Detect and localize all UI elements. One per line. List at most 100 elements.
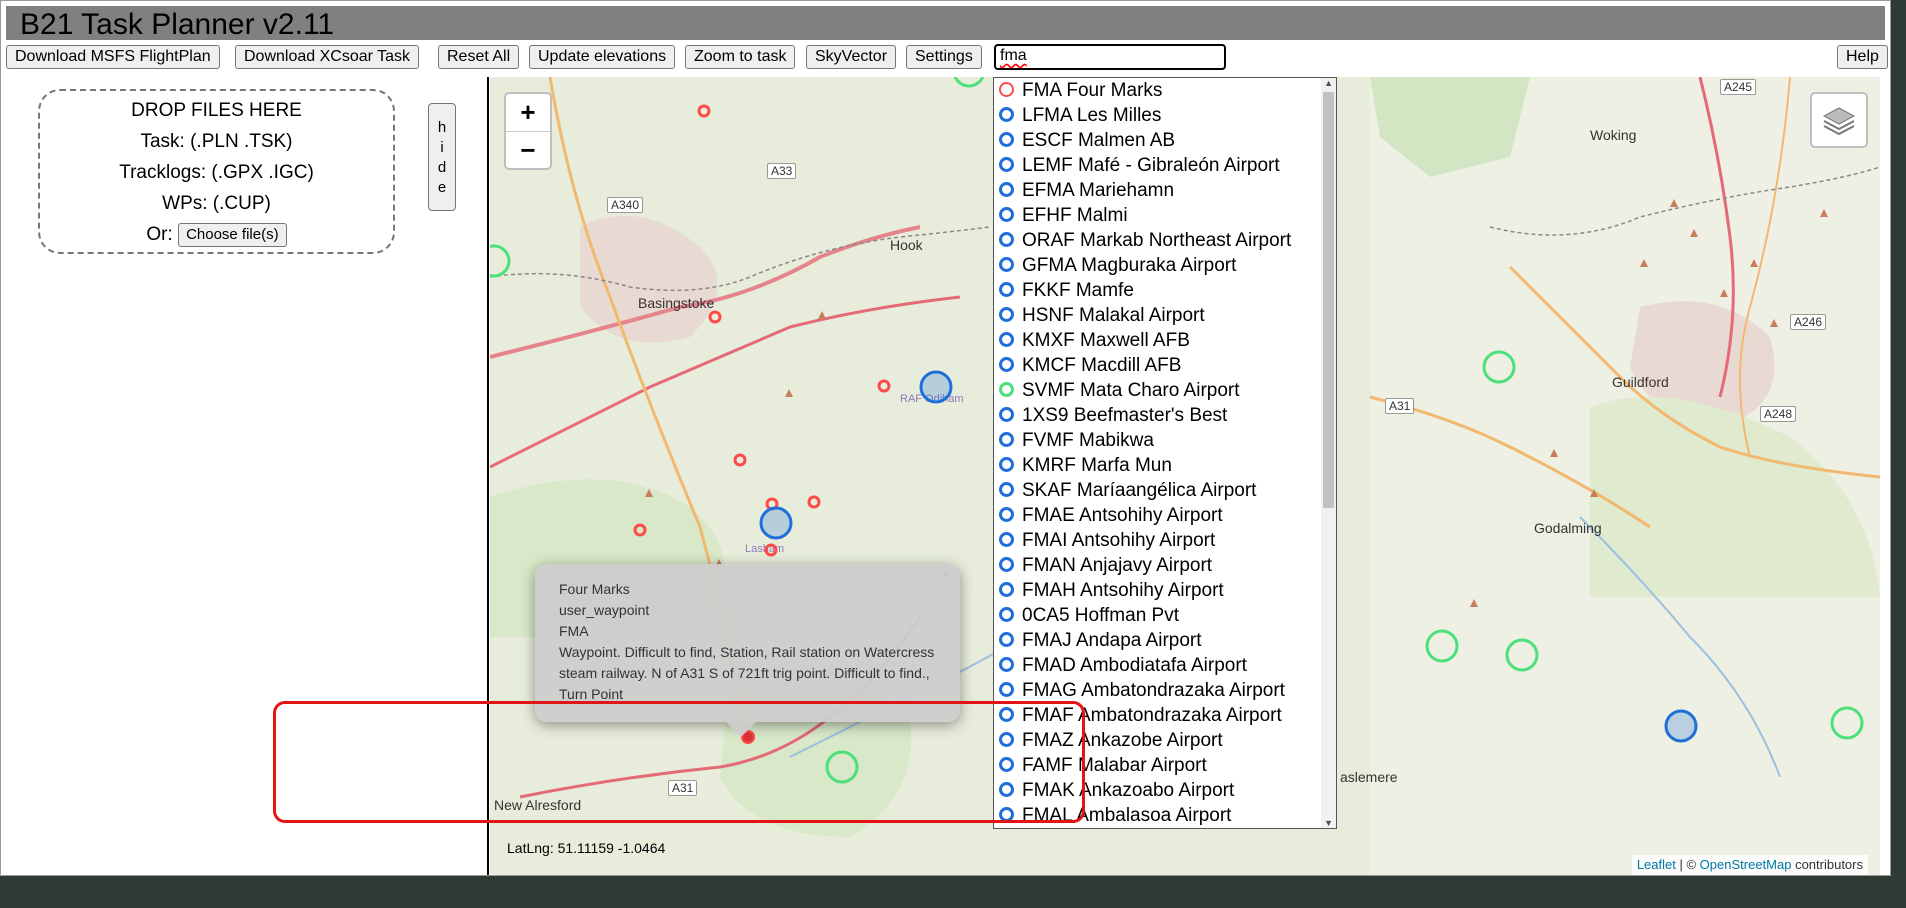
file-drop-zone[interactable]: DROP FILES HERE Task: (.PLN .TSK) Trackl… (38, 89, 395, 254)
result-item[interactable]: FMAE Antsohihy Airport (994, 503, 1336, 528)
scroll-down-icon[interactable]: ▼ (1324, 818, 1333, 828)
result-item[interactable]: LEMF Mafé - Gibraleón Airport (994, 153, 1336, 178)
title-bar: B21 Task Planner v2.11 (6, 6, 1885, 41)
zoom-in-button[interactable]: + (506, 94, 550, 132)
result-label: EFMA Mariehamn (1022, 180, 1175, 201)
layers-icon (1822, 107, 1856, 136)
app-window: B21 Task Planner v2.11 Download MSFS Fli… (0, 0, 1891, 876)
result-label: FMAJ Andapa Airport (1022, 630, 1202, 651)
result-label: ORAF Markab Northeast Airport (1022, 230, 1292, 251)
result-item[interactable]: SVMF Mata Charo Airport (994, 378, 1336, 403)
airport-icon (999, 407, 1014, 422)
result-item[interactable]: FMAJ Andapa Airport (994, 628, 1336, 653)
result-label: FKKF Mamfe (1022, 280, 1134, 301)
result-label: FVMF Mabikwa (1022, 430, 1154, 451)
result-label: SKAF Maríaangélica Airport (1022, 480, 1257, 501)
airport-icon (999, 657, 1014, 672)
user-waypoint-icon (999, 82, 1014, 97)
result-label: FMAH Antsohihy Airport (1022, 580, 1224, 601)
result-item[interactable]: KMRF Marfa Mun (994, 453, 1336, 478)
result-item[interactable]: ORAF Markab Northeast Airport (994, 228, 1336, 253)
search-input-value: fma (1000, 47, 1027, 64)
settings-button[interactable]: Settings (906, 45, 982, 69)
result-item[interactable]: KMCF Macdill AFB (994, 353, 1336, 378)
result-item[interactable]: FMAN Anjajavy Airport (994, 553, 1336, 578)
zoom-out-button[interactable]: − (506, 132, 550, 169)
download-xcsoar-button[interactable]: Download XCsoar Task (235, 45, 420, 69)
result-label: LEMF Mafé - Gibraleón Airport (1022, 155, 1280, 176)
result-item[interactable]: FMA Four Marks (994, 78, 1336, 103)
result-label: FMAI Antsohihy Airport (1022, 530, 1216, 551)
search-input[interactable]: fma (994, 44, 1226, 70)
airport-icon (999, 582, 1014, 597)
result-item[interactable]: FMAI Antsohihy Airport (994, 528, 1336, 553)
result-item[interactable]: EFHF Malmi (994, 203, 1336, 228)
result-item[interactable]: 1XS9 Beefmaster's Best (994, 403, 1336, 428)
result-label: FMA Four Marks (1022, 80, 1163, 101)
airport-icon (999, 107, 1014, 122)
result-item[interactable]: KMXF Maxwell AFB (994, 328, 1336, 353)
openstreetmap-link[interactable]: OpenStreetMap (1700, 857, 1792, 872)
app-title: B21 Task Planner v2.11 (20, 8, 335, 41)
result-label: SVMF Mata Charo Airport (1022, 380, 1240, 401)
popup-name: Four Marks (559, 581, 630, 597)
skyvector-button[interactable]: SkyVector (806, 45, 897, 69)
leaflet-link[interactable]: Leaflet (1637, 857, 1676, 872)
result-item[interactable]: HSNF Malakal Airport (994, 303, 1336, 328)
result-item[interactable]: FMAG Ambatondrazaka Airport (994, 678, 1336, 703)
airport-icon (999, 532, 1014, 547)
layers-control[interactable] (1810, 92, 1868, 148)
popup-type: user_waypoint (559, 602, 650, 618)
airport-icon (999, 507, 1014, 522)
result-label: HSNF Malakal Airport (1022, 305, 1205, 326)
airport-icon (999, 557, 1014, 572)
hide-panel-button[interactable]: hide (428, 103, 456, 211)
result-item[interactable]: LFMA Les Milles (994, 103, 1336, 128)
hide-label: hide (437, 119, 447, 196)
map-attribution: Leaflet | © OpenStreetMap contributors (1631, 855, 1868, 875)
airport-icon (999, 332, 1014, 347)
zoom-control: + − (504, 92, 552, 170)
result-label: FMAN Anjajavy Airport (1022, 555, 1213, 576)
toolbar: Download MSFS FlightPlan Download XCsoar… (6, 44, 1888, 71)
waypoint-file-types: WPs: (.CUP) (162, 193, 271, 214)
update-elevations-button[interactable]: Update elevations (529, 45, 676, 69)
choose-files-button[interactable]: Choose file(s) (178, 222, 287, 247)
result-label: EFHF Malmi (1022, 205, 1128, 226)
choose-file-row: Or: Choose file(s) (40, 219, 393, 250)
attribution-tail: contributors (1791, 857, 1863, 872)
scroll-up-icon[interactable]: ▲ (1324, 78, 1333, 88)
highlight-annotation (273, 701, 1085, 823)
result-item[interactable]: FMAH Antsohihy Airport (994, 578, 1336, 603)
popup-body: Four Marks user_waypoint FMA Waypoint. D… (559, 579, 949, 705)
result-item[interactable]: FKKF Mamfe (994, 278, 1336, 303)
zoom-to-task-button[interactable]: Zoom to task (685, 45, 796, 69)
result-item[interactable]: EFMA Mariehamn (994, 178, 1336, 203)
result-item[interactable]: SKAF Maríaangélica Airport (994, 478, 1336, 503)
help-button[interactable]: Help (1837, 45, 1888, 69)
download-msfs-button[interactable]: Download MSFS FlightPlan (6, 45, 220, 69)
result-item[interactable]: FMAD Ambodiatafa Airport (994, 653, 1336, 678)
result-item[interactable]: ESCF Malmen AB (994, 128, 1336, 153)
result-label: KMXF Maxwell AFB (1022, 330, 1190, 351)
airport-icon (999, 132, 1014, 147)
result-item[interactable]: FVMF Mabikwa (994, 428, 1336, 453)
airport-icon (999, 482, 1014, 497)
result-item[interactable]: GFMA Magburaka Airport (994, 253, 1336, 278)
scroll-thumb[interactable] (1323, 92, 1334, 508)
reset-all-button[interactable]: Reset All (438, 45, 520, 69)
result-label: GFMA Magburaka Airport (1022, 255, 1237, 276)
airport-icon (999, 632, 1014, 647)
tracklog-file-types: Tracklogs: (.GPX .IGC) (119, 162, 314, 183)
or-label: Or: (146, 224, 173, 245)
drop-heading: DROP FILES HERE (131, 100, 302, 121)
results-scrollbar[interactable]: ▲ ▼ (1321, 78, 1336, 828)
result-label: KMRF Marfa Mun (1022, 455, 1172, 476)
airport-icon (999, 432, 1014, 447)
task-file-types: Task: (.PLN .TSK) (140, 131, 293, 152)
airport-icon (999, 182, 1014, 197)
result-label: 1XS9 Beefmaster's Best (1022, 405, 1228, 426)
result-label: LFMA Les Milles (1022, 105, 1162, 126)
result-label: ESCF Malmen AB (1022, 130, 1176, 151)
result-item[interactable]: 0CA5 Hoffman Pvt (994, 603, 1336, 628)
